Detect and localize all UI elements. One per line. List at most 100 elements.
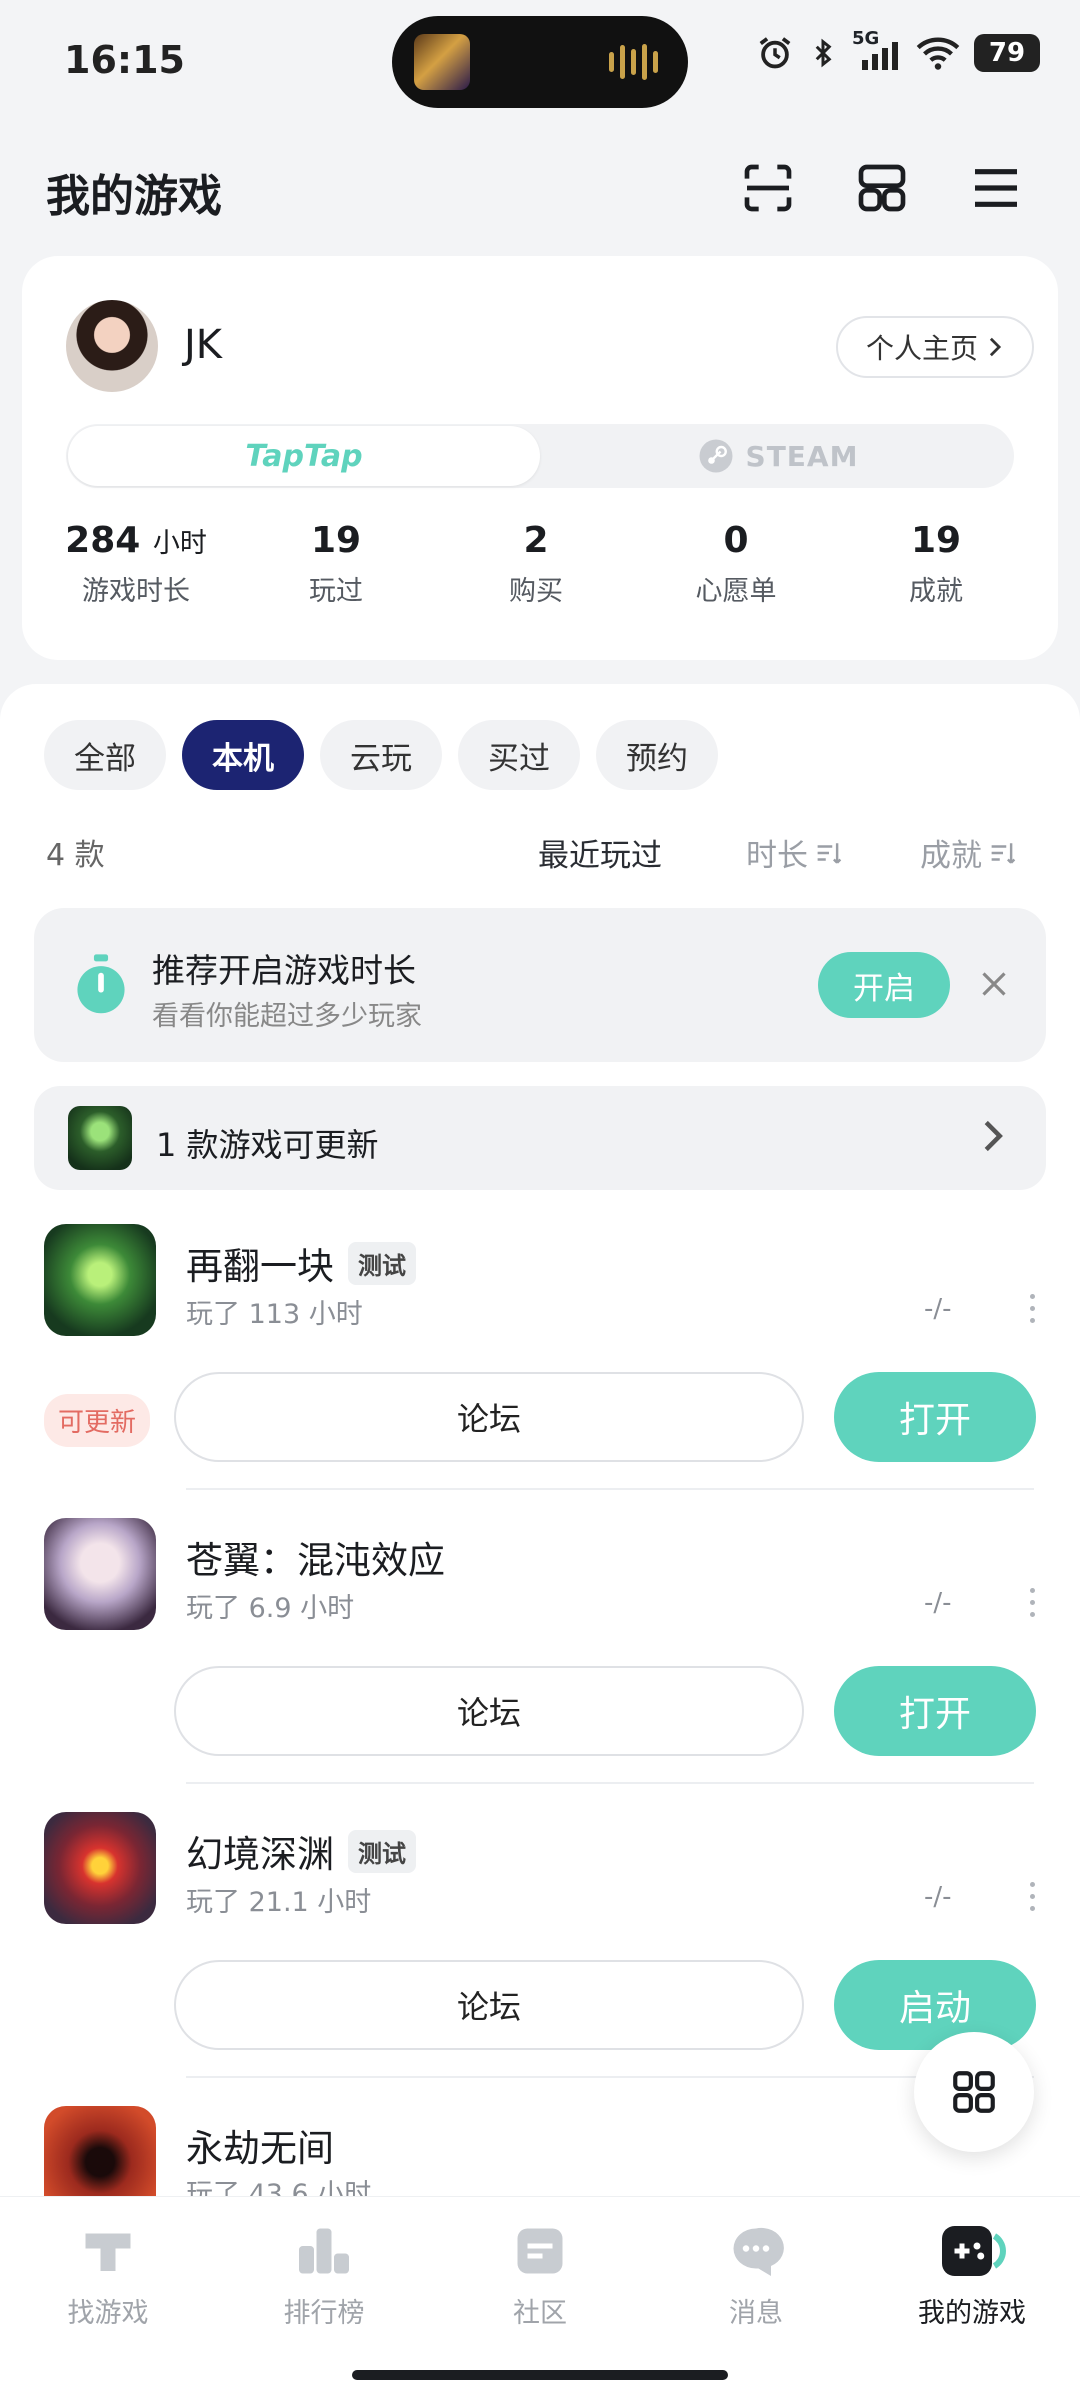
stat-label: 购买 xyxy=(509,576,563,607)
game-icon[interactable] xyxy=(44,1518,156,1630)
avatar[interactable] xyxy=(66,300,158,392)
stat-value: 0 xyxy=(723,520,749,561)
gamepad-icon xyxy=(942,2226,1006,2276)
platform-steam-label: STEAM xyxy=(745,439,859,473)
page-title: 我的游戏 xyxy=(46,171,222,222)
game-rating: -/- xyxy=(924,1882,952,1912)
chevron-right-icon xyxy=(989,337,1002,357)
alarm-icon xyxy=(759,37,791,69)
community-icon xyxy=(517,2228,563,2274)
game-playtime: 玩了 6.9 小时 xyxy=(186,1593,355,1624)
message-icon xyxy=(733,2227,784,2276)
recommendation-title: 推荐开启游戏时长 xyxy=(152,951,416,990)
platform-toggle: TapTap STEAM xyxy=(66,424,1014,488)
platform-steam-tab[interactable]: STEAM xyxy=(542,424,1014,488)
filter-chip-local[interactable]: 本机 xyxy=(182,720,304,790)
nav-find-games[interactable]: 找游戏 xyxy=(28,2221,188,2330)
grid-layout-icon xyxy=(858,164,906,212)
game-title-row[interactable]: 幻境深渊 测试 xyxy=(186,1824,416,1878)
layout-button[interactable] xyxy=(850,156,914,220)
sort-achievements-label: 成就 xyxy=(920,838,982,874)
game-icon[interactable] xyxy=(44,1812,156,1924)
bluetooth-icon xyxy=(815,38,832,68)
now-playing-artwork xyxy=(414,34,470,90)
audio-wave-icon xyxy=(609,44,658,80)
stat-value: 284 xyxy=(65,520,141,561)
enable-playtime-button[interactable]: 开启 xyxy=(818,952,950,1018)
launch-game-button[interactable]: 启动 xyxy=(834,1960,1036,2050)
stat-label: 玩过 xyxy=(309,576,363,607)
game-name: 再翻一块 xyxy=(186,1245,334,1288)
sort-recent[interactable]: 最近玩过 xyxy=(538,830,662,875)
scan-button[interactable] xyxy=(736,156,800,220)
stat-achievements[interactable]: 19 成就 xyxy=(836,520,1036,608)
stat-playtime[interactable]: 284 小时 游戏时长 xyxy=(36,520,236,608)
game-title-row[interactable]: 永劫无间 xyxy=(186,2118,334,2172)
game-title-row[interactable]: 再翻一块 测试 xyxy=(186,1236,416,1290)
floating-apps-button[interactable] xyxy=(914,2032,1034,2152)
game-name: 幻境深渊 xyxy=(186,1833,334,1876)
sort-achievements[interactable]: 成就 xyxy=(920,830,1016,875)
apps-grid-icon xyxy=(953,2071,995,2113)
forum-button[interactable]: 论坛 xyxy=(174,1666,804,1756)
stat-value: 19 xyxy=(910,520,962,561)
game-playtime: 玩了 113 小时 xyxy=(186,1299,363,1330)
scan-icon xyxy=(744,164,792,212)
forum-button[interactable]: 论坛 xyxy=(174,1372,804,1462)
game-icon[interactable] xyxy=(44,1224,156,1336)
stat-unit: 小时 xyxy=(152,528,207,559)
stat-value: 19 xyxy=(310,520,362,561)
game-rating: -/- xyxy=(924,1294,952,1324)
platform-taptap-tab[interactable]: TapTap xyxy=(68,426,540,486)
updates-available-text: 1 款游戏可更新 xyxy=(156,1126,379,1164)
update-available-badge: 可更新 xyxy=(44,1394,151,1447)
stat-label: 游戏时长 xyxy=(82,576,190,607)
nav-community[interactable]: 社区 xyxy=(460,2221,620,2330)
open-game-button[interactable]: 打开 xyxy=(834,1666,1036,1756)
dismiss-recommendation-button[interactable] xyxy=(972,962,1016,1006)
forum-button[interactable]: 论坛 xyxy=(174,1960,804,2050)
sort-playtime[interactable]: 时长 xyxy=(746,830,842,875)
stat-wishlist[interactable]: 0 心愿单 xyxy=(636,520,836,608)
username: JK xyxy=(184,322,223,368)
profile-homepage-label: 个人主页 xyxy=(865,332,978,365)
stat-played[interactable]: 19 玩过 xyxy=(236,520,436,608)
filter-chip-bought[interactable]: 买过 xyxy=(458,720,580,790)
steam-icon xyxy=(699,439,733,473)
nav-messages[interactable]: 消息 xyxy=(676,2221,836,2330)
nav-label: 我的游戏 xyxy=(918,2298,1026,2329)
menu-button[interactable] xyxy=(964,156,1028,220)
game-title-row[interactable]: 苍翼：混沌效应 xyxy=(186,1530,445,1584)
game-name: 永劫无间 xyxy=(186,2127,334,2170)
stat-label: 心愿单 xyxy=(695,576,777,607)
nav-label: 社区 xyxy=(513,2298,567,2329)
more-options-icon[interactable] xyxy=(1026,1588,1038,1617)
nav-rankings[interactable]: 排行榜 xyxy=(244,2221,404,2330)
chevron-right-icon xyxy=(984,1120,1003,1152)
stat-purchased[interactable]: 2 购买 xyxy=(436,520,636,608)
filter-chip-all[interactable]: 全部 xyxy=(44,720,166,790)
dynamic-island[interactable] xyxy=(392,16,688,108)
nav-label: 消息 xyxy=(729,2298,783,2329)
beta-tag: 测试 xyxy=(348,1241,416,1285)
game-playtime: 玩了 21.1 小时 xyxy=(186,1887,372,1918)
filter-chip-reserved[interactable]: 预约 xyxy=(596,720,718,790)
sort-playtime-label: 时长 xyxy=(746,838,808,874)
divider xyxy=(186,1488,1034,1490)
nav-label: 排行榜 xyxy=(283,2298,365,2329)
recommendation-subtitle: 看看你能超过多少玩家 xyxy=(152,1001,422,1032)
more-options-icon[interactable] xyxy=(1026,1882,1038,1911)
battery-indicator: 79 xyxy=(974,34,1040,72)
home-indicator[interactable] xyxy=(352,2370,728,2380)
status-time: 16:15 xyxy=(64,38,185,82)
open-game-button[interactable]: 打开 xyxy=(834,1372,1036,1462)
more-options-icon[interactable] xyxy=(1026,1294,1038,1323)
profile-homepage-button[interactable]: 个人主页 xyxy=(836,316,1034,378)
sort-order-icon xyxy=(817,842,842,864)
nav-label: 找游戏 xyxy=(67,2298,149,2329)
beta-tag: 测试 xyxy=(348,1829,416,1873)
nav-my-games[interactable]: 我的游戏 xyxy=(892,2221,1052,2330)
stat-value: 2 xyxy=(523,520,549,561)
game-rating: -/- xyxy=(924,1588,952,1618)
filter-chip-cloud[interactable]: 云玩 xyxy=(320,720,442,790)
